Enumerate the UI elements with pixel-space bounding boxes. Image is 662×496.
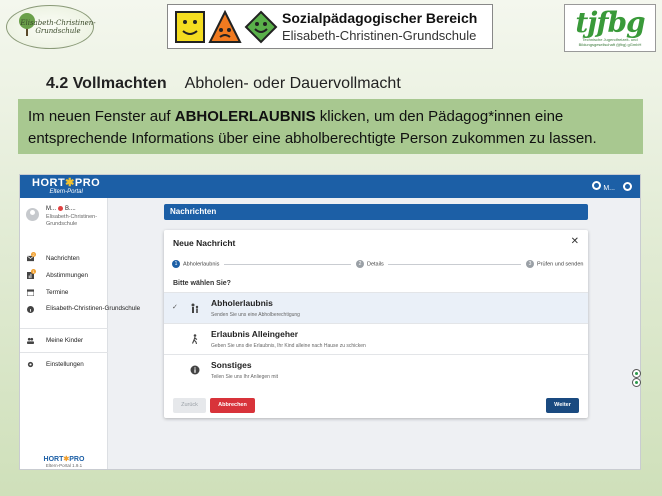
parent-portal-screenshot: HORT✱PRO Eltern-Portal M... M... B.... El…	[19, 174, 641, 470]
sidebar-user[interactable]: M... B.... Elisabeth-Christinen-Grundschu…	[26, 204, 106, 234]
sozialpaedagogik-title: Sozialpädagogischer Bereich	[282, 10, 478, 26]
sidebar: M... B.... Elisabeth-Christinen-Grundschu…	[20, 198, 140, 469]
brand-star-icon: ✱	[65, 177, 75, 189]
sidebar-item-school[interactable]: Elisabeth-Christinen-Grundschule	[20, 301, 140, 325]
info-icon	[190, 365, 200, 375]
footer-version: Eltern-Portal 1.9.1	[45, 463, 83, 468]
avatar	[26, 208, 39, 221]
step-label: Prüfen und senden	[537, 261, 584, 268]
brand-subtitle: Eltern-Portal	[49, 189, 83, 195]
orange-face-icon	[208, 9, 242, 43]
step-2: 2 Details	[356, 260, 384, 269]
instruction-box: Im neuen Fenster auf ABHOLERLAUBNIS klic…	[18, 99, 643, 154]
sidebar-item-einstellungen[interactable]: Einstellungen	[20, 356, 108, 373]
option-abholerlaubnis[interactable]: ✓ Abholerlaubnis Senden Sie uns eine Abh…	[164, 292, 588, 323]
page-title: Nachrichten	[164, 204, 588, 220]
step-label: Details	[367, 261, 384, 268]
sidebar-item-label: Nachrichten	[46, 255, 80, 262]
top-user-name: M...	[603, 185, 615, 192]
option-title: Erlaubnis Alleingeher	[211, 329, 299, 339]
adult-child-icon	[191, 303, 199, 313]
instruction-text-before: Im neuen Fenster auf	[28, 108, 175, 125]
sidebar-user-school: Elisabeth-Christinen-Grundschule	[46, 214, 98, 227]
option-description: Geben Sie uns die Erlaubnis, Ihr Kind al…	[211, 343, 366, 349]
tjfbg-logo: tjfbg Technische Jugendfreizeit- und Bil…	[564, 4, 656, 52]
yellow-face-icon	[175, 10, 205, 43]
top-user-menu[interactable]: M...	[592, 181, 615, 192]
section-number: 4.2 Vollmachten	[46, 75, 167, 92]
step-connector	[224, 264, 351, 265]
status-dot-icon	[58, 206, 63, 211]
step-label: Abholerlaubnis	[183, 261, 220, 268]
green-face-icon	[244, 10, 278, 43]
walking-icon	[191, 334, 198, 344]
sidebar-item-label: Elisabeth-Christinen-Grundschule	[46, 305, 141, 312]
step-3: 3 Prüfen und senden	[526, 260, 583, 269]
check-icon: ✓	[172, 304, 178, 311]
side-widget-icon[interactable]	[632, 378, 641, 387]
new-message-dialog: Neue Nachricht ✕ 1 Abholerlaubnis 2 Detail…	[164, 230, 588, 418]
info-icon	[27, 306, 34, 313]
close-icon[interactable]: ✕	[571, 236, 579, 247]
sidebar-user-name: M... B....	[46, 206, 76, 212]
step-connector	[388, 264, 521, 265]
instruction-text-bold: ABHOLERLAUBNIS	[174, 108, 316, 125]
sidebar-item-label: Einstellungen	[46, 361, 84, 368]
faces-logo	[168, 9, 278, 44]
cancel-button[interactable]: Abbrechen	[210, 398, 255, 413]
section-heading: 4.2 Vollmachten Abholen- oder Dauervollma…	[46, 75, 401, 93]
gear-icon	[27, 361, 34, 368]
school-logo-text: Elisabeth-Christinen-Grundschule	[20, 19, 96, 35]
section-subtitle: Abholen- oder Dauervollmacht	[184, 75, 401, 92]
footer-brand: HORT	[43, 456, 64, 463]
calendar-icon	[27, 289, 34, 296]
sidebar-item-termine[interactable]: Termine	[20, 284, 108, 301]
option-description: Teilen Sie uns Ihr Anliegen mit	[211, 374, 278, 380]
sozialpaedagogik-logo: Sozialpädagogischer Bereich Elisabeth-Ch…	[167, 4, 493, 49]
people-icon	[27, 337, 34, 344]
sidebar-divider	[20, 352, 108, 353]
user-status-icon	[592, 181, 602, 190]
stepper: 1 Abholerlaubnis 2 Details 3 Prüfen und sen…	[172, 260, 583, 270]
step-number: 2	[356, 260, 364, 268]
sidebar-item-abstimmungen[interactable]: 1 Abstimmungen	[20, 267, 108, 284]
back-button[interactable]: Zurück	[173, 398, 206, 413]
brand-title-2: PRO	[74, 177, 101, 189]
school-logo: Elisabeth-Christinen-Grundschule	[6, 5, 96, 49]
app-brand[interactable]: HORT✱PRO Eltern-Portal	[32, 177, 100, 196]
app-topbar: HORT✱PRO Eltern-Portal M...	[20, 175, 640, 198]
option-sonstiges[interactable]: Sonstiges Teilen Sie uns Ihr Anliegen mi…	[164, 354, 588, 385]
step-1: 1 Abholerlaubnis	[172, 260, 219, 269]
next-button[interactable]: Weiter	[546, 398, 579, 413]
choice-prompt: Bitte wählen Sie?	[173, 280, 231, 287]
sozialpaedagogik-subtitle: Elisabeth-Christinen-Grundschule	[282, 28, 477, 43]
option-title: Abholerlaubnis	[211, 298, 273, 308]
abstimmungen-badge: 1	[31, 269, 36, 274]
sidebar-footer: HORT✱PRO Eltern-Portal 1.9.1	[20, 455, 108, 468]
sidebar-item-nachrichten[interactable]: 2 Nachrichten	[20, 250, 108, 267]
sidebar-item-meine-kinder[interactable]: Meine Kinder	[20, 332, 108, 349]
user-first-name: M...	[46, 206, 56, 213]
option-title: Sonstiges	[211, 360, 252, 370]
sidebar-item-label: Meine Kinder	[46, 337, 84, 344]
footer-brand-2: PRO	[69, 456, 85, 463]
sidebar-item-label: Abstimmungen	[46, 272, 88, 279]
user-last-name: B....	[65, 206, 76, 213]
sidebar-nav: 2 Nachrichten 1 Abstimmungen Termine Eli…	[20, 250, 140, 373]
tjfbg-logo-text: tjfbg	[575, 6, 645, 39]
dialog-title: Neue Nachricht	[173, 238, 236, 248]
sidebar-divider	[20, 328, 108, 329]
step-number: 3	[526, 260, 534, 268]
nachrichten-badge: 2	[31, 252, 36, 257]
brand-title: HORT	[32, 177, 66, 189]
sidebar-item-label: Termine	[46, 289, 69, 296]
account-icon[interactable]	[623, 182, 632, 191]
option-erlaubnis-alleingeher[interactable]: Erlaubnis Alleingeher Geben Sie uns die …	[164, 323, 588, 354]
tjfbg-logo-caption: Technische Jugendfreizeit- und Bildungsg…	[578, 37, 642, 47]
side-widget-icon[interactable]	[632, 369, 641, 378]
step-number: 1	[172, 260, 180, 268]
option-description: Senden Sie uns eine Abholberechtigung	[211, 312, 300, 318]
